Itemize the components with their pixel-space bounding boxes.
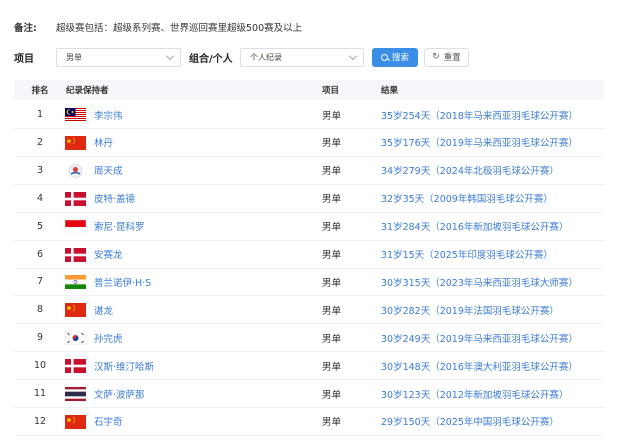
table-row: 7 普兰诺伊·H·S 男单 30岁315天（2023年马来西亚羽毛球大师赛） (14, 268, 604, 297)
result-link[interactable]: 35岁254天（2018年马来西亚羽毛球公开赛） (381, 108, 578, 122)
player-name-link[interactable]: 安赛龙 (94, 247, 123, 261)
event-cell: 男单 (322, 166, 342, 178)
note-bar: 备注: 超级赛包括：超级系列赛、世界巡回赛里超级500赛及以上 (14, 20, 302, 34)
table-row: 11 文萨·波萨那 男单 30岁123天（2012年新加坡羽毛球公开赛） (14, 380, 604, 408)
header-result: 结果 (381, 86, 399, 96)
rank-cell: 2 (36, 136, 44, 148)
table-row: 8 谌龙 男单 30岁282天（2019年法国羽毛球公开赛） (14, 296, 604, 325)
player-name-link[interactable]: 石宇奇 (94, 414, 123, 428)
event-select-value: 男单 (66, 52, 82, 62)
table-row: 4 皮特·盖德 男单 32岁35天（2009年韩国羽毛球公开赛） (14, 185, 604, 213)
rank-cell: 4 (36, 192, 44, 204)
reset-button[interactable]: ↻ 重置 (424, 47, 469, 67)
rank-cell: 9 (36, 332, 44, 344)
event-cell: 男单 (322, 361, 342, 373)
player-name-link[interactable]: 皮特·盖德 (94, 191, 135, 205)
page: 备注: 超级赛包括：超级系列赛、世界巡回赛里超级500赛及以上 项目 男单 组合… (0, 0, 618, 445)
cn-flag-icon (65, 135, 86, 150)
player-name-link[interactable]: 普兰诺伊·H·S (94, 275, 151, 289)
event-filter-label: 项目 (14, 53, 34, 65)
rank-cell: 12 (33, 415, 47, 427)
player-name-link[interactable]: 谌龙 (94, 303, 113, 317)
event-cell: 男单 (322, 222, 342, 234)
result-link[interactable]: 30岁315天（2023年马来西亚羽毛球大师赛） (381, 275, 578, 289)
dk-flag-icon (65, 359, 86, 374)
rank-cell: 3 (36, 164, 44, 176)
result-link[interactable]: 31岁284天（2016年新加坡羽毛球公开赛） (381, 219, 568, 233)
search-icon (380, 53, 388, 61)
in-flag-icon (65, 275, 86, 290)
result-link[interactable]: 30岁282天（2019年法国羽毛球公开赛） (381, 303, 559, 317)
th-flag-icon (65, 387, 86, 401)
player-name-link[interactable]: 汉斯·维汀哈斯 (94, 359, 154, 373)
event-cell: 男单 (322, 277, 342, 289)
event-cell: 男单 (322, 417, 342, 429)
rank-cell: 6 (36, 248, 44, 260)
event-select[interactable]: 男单 (56, 47, 181, 67)
player-name-link[interactable]: 索尼·昆科罗 (94, 219, 145, 233)
filter-bar: 项目 男单 组合/个人 个人纪录 搜索 ↻ 重置 (14, 46, 469, 68)
search-button[interactable]: 搜索 (372, 47, 418, 67)
player-name-link[interactable]: 周天成 (94, 163, 123, 177)
event-cell: 男单 (322, 138, 342, 150)
id-flag-icon (65, 219, 86, 234)
chevron-down-icon (165, 51, 175, 60)
result-link[interactable]: 30岁249天（2019年马来西亚羽毛球公开赛） (381, 331, 578, 345)
result-link[interactable]: 31岁15天（2025年印度羽毛球公开赛） (381, 247, 553, 261)
header-rank: 排名 (31, 86, 49, 96)
result-link[interactable]: 34岁279天（2024年北极羽毛球公开赛） (381, 163, 559, 177)
event-cell: 男单 (322, 333, 342, 345)
note-label: 备注: (14, 23, 37, 34)
rank-cell: 11 (33, 388, 47, 399)
group-filter-label: 组合/个人 (189, 53, 233, 65)
event-cell: 男单 (322, 305, 342, 317)
event-cell: 男单 (322, 194, 342, 206)
player-name-link[interactable]: 孙完虎 (94, 331, 123, 345)
result-link[interactable]: 35岁176天（2019年马来西亚羽毛球公开赛） (381, 135, 578, 149)
tw-flag-icon (68, 163, 83, 178)
cn-flag-icon (65, 414, 86, 429)
table-row: 9 孙完虎 男单 30岁249天（2019年马来西亚羽毛球公开赛） (14, 324, 604, 353)
header-holder: 纪录保持者 (66, 86, 109, 96)
event-cell: 男单 (322, 389, 342, 401)
result-link[interactable]: 30岁123天（2012年新加坡羽毛球公开赛） (381, 387, 568, 401)
result-link[interactable]: 32岁35天（2009年韩国羽毛球公开赛） (381, 191, 553, 205)
player-name-link[interactable]: 林丹 (94, 135, 113, 149)
rank-cell: 8 (36, 304, 44, 316)
kr-flag-icon (65, 331, 86, 346)
table-row: 5 索尼·昆科罗 男单 31岁284天（2016年新加坡羽毛球公开赛） (14, 213, 604, 241)
note-text: 超级赛包括：超级系列赛、世界巡回赛里超级500赛及以上 (56, 23, 303, 34)
result-link[interactable]: 29岁150天（2025年中国羽毛球公开赛） (381, 414, 559, 428)
table-row: 2 林丹 男单 35岁176天（2019年马来西亚羽毛球公开赛） (14, 129, 604, 157)
reset-button-label: 重置 (443, 53, 461, 63)
rank-cell: 10 (33, 360, 47, 372)
event-cell: 男单 (322, 250, 342, 261)
my-flag-icon (65, 108, 86, 122)
result-link[interactable]: 30岁148天（2016年澳大利亚羽毛球公开赛） (381, 359, 578, 373)
table-row: 10 汉斯·维汀哈斯 男单 30岁148天（2016年澳大利亚羽毛球公开赛） (14, 352, 604, 381)
table-row: 1 李宗伟 男单 35岁254天（2018年马来西亚羽毛球公开赛） (14, 101, 604, 129)
cn-flag-icon (65, 303, 86, 318)
event-cell: 男单 (322, 110, 342, 122)
player-name-link[interactable]: 文萨·波萨那 (94, 387, 145, 401)
chevron-down-icon (348, 51, 358, 60)
group-select-value: 个人纪录 (250, 52, 282, 62)
table-row: 12 石宇奇 男单 29岁150天（2025年中国羽毛球公开赛） (14, 408, 604, 436)
group-select[interactable]: 个人纪录 (240, 47, 364, 67)
rank-cell: 1 (36, 109, 44, 120)
rank-cell: 7 (36, 276, 44, 288)
table-row: 6 安赛龙 男单 31岁15天（2025年印度羽毛球公开赛） (14, 241, 604, 269)
rank-cell: 5 (36, 220, 44, 232)
dk-flag-icon (65, 191, 86, 206)
refresh-icon: ↻ (432, 51, 440, 62)
search-button-label: 搜索 (391, 53, 409, 63)
header-event: 项目 (322, 86, 340, 96)
dk-flag-icon (65, 247, 86, 262)
table-header: 排名 纪录保持者 项目 结果 (14, 80, 604, 100)
player-name-link[interactable]: 李宗伟 (94, 108, 123, 122)
table-row: 3 周天成 男单 34岁279天（2024年北极羽毛球公开赛） (14, 157, 604, 185)
